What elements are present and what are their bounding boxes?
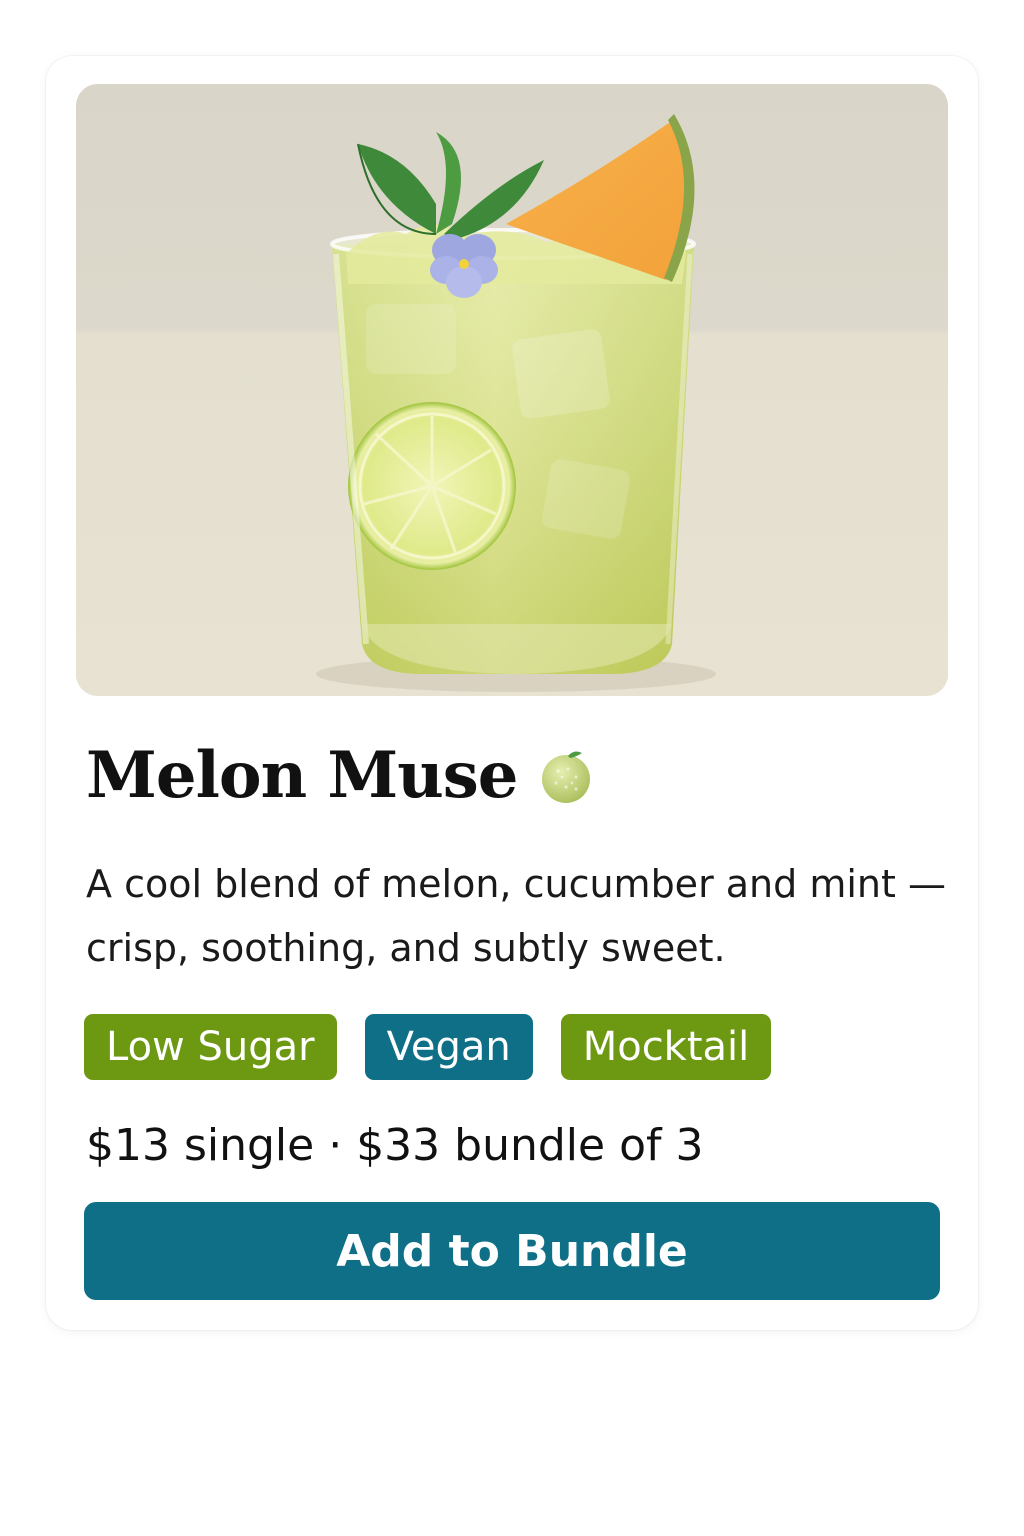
tag-vegan: Vegan	[364, 1014, 533, 1080]
melon-icon	[538, 747, 596, 805]
tag-list: Low Sugar Vegan Mocktail	[84, 1014, 772, 1080]
product-title: Melon Muse	[86, 738, 518, 813]
price-text: $13 single · $33 bundle of 3	[86, 1120, 704, 1171]
tag-mocktail: Mocktail	[560, 1014, 772, 1080]
product-image	[76, 84, 948, 696]
tag-low-sugar: Low Sugar	[84, 1014, 337, 1080]
add-to-bundle-button[interactable]: Add to Bundle	[84, 1202, 940, 1300]
product-description: A cool blend of melon, cucumber and mint…	[86, 862, 946, 970]
product-card: Melon Muse A cool blend of melon, cucumb…	[46, 56, 978, 1330]
title-row: Melon Muse	[86, 736, 596, 816]
